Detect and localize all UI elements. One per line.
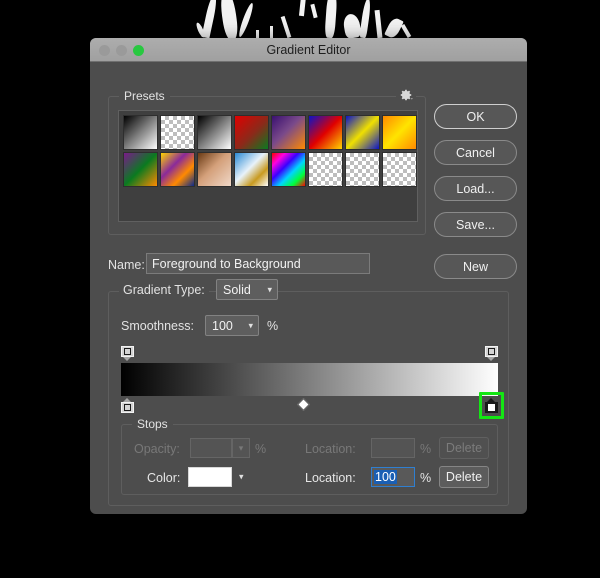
opacity-stop[interactable] (485, 346, 498, 361)
artwork-shape (280, 15, 292, 39)
artwork-shape (218, 0, 240, 41)
preset-swatch[interactable] (345, 152, 380, 187)
artwork-shape (256, 30, 259, 38)
gradient-type-select[interactable]: Solid ▾ (216, 279, 278, 300)
preset-swatch[interactable] (234, 115, 269, 150)
gradient-type-value: Solid (223, 282, 251, 297)
smoothness-unit: % (267, 319, 279, 333)
ok-button[interactable]: OK (434, 104, 517, 129)
opacity-stop[interactable] (121, 346, 134, 361)
artwork-shape (359, 0, 372, 39)
artwork-shape (400, 23, 412, 39)
chevron-down-icon: ▾ (248, 320, 253, 330)
dialog-body: Presets OK Cancel Load... Save... New Na… (90, 62, 527, 514)
smoothness-value: 100 (212, 318, 233, 333)
opacity-stop-swatch (124, 348, 131, 355)
preset-swatch[interactable] (123, 115, 158, 150)
opacity-location-unit: % (420, 442, 432, 456)
preset-swatch-grid (123, 115, 417, 187)
preset-swatch[interactable] (382, 115, 417, 150)
preset-swatch[interactable] (160, 115, 195, 150)
artwork-shape (237, 2, 255, 38)
midpoint-marker[interactable] (297, 398, 310, 411)
gradient-ramp-area (121, 346, 504, 419)
stops-label: Stops (132, 417, 173, 431)
dialog-title: Gradient Editor (266, 42, 351, 57)
gradient-ramp-preview[interactable] (121, 363, 498, 396)
gradient-name-input[interactable] (146, 253, 370, 274)
minimize-window-icon[interactable] (116, 45, 127, 56)
name-label: Name: (108, 258, 145, 272)
opacity-input[interactable] (190, 438, 232, 458)
preset-swatch[interactable] (197, 115, 232, 150)
preset-swatch[interactable] (382, 152, 417, 187)
color-location-value: 100 (374, 470, 397, 484)
opacity-stepper[interactable]: ▾ (232, 438, 250, 458)
gradient-editor-dialog: Gradient Editor Presets OK Cancel Load..… (90, 38, 527, 514)
preset-swatch[interactable] (197, 152, 232, 187)
color-stop-swatch (124, 404, 131, 411)
artwork-shape (324, 0, 338, 39)
color-delete-button[interactable]: Delete (439, 466, 489, 488)
presets-group: Presets (108, 88, 426, 235)
smoothness-select[interactable]: 100 ▾ (205, 315, 259, 336)
stops-group: Stops Opacity: ▾ % Location: % Delete Co… (121, 417, 498, 495)
preset-swatch[interactable] (160, 152, 195, 187)
preset-swatch[interactable] (308, 115, 343, 150)
color-location-label: Location: (305, 471, 356, 485)
artwork-shape (374, 9, 383, 39)
close-window-icon[interactable] (99, 45, 110, 56)
preset-swatch[interactable] (345, 115, 380, 150)
chevron-down-icon: ▾ (267, 284, 272, 294)
opacity-label: Opacity: (134, 442, 180, 456)
opacity-unit: % (255, 442, 267, 456)
smoothness-label: Smoothness: (121, 319, 194, 333)
color-stop-swatch (488, 404, 495, 411)
color-swatch[interactable] (188, 467, 232, 487)
artwork-shape (270, 26, 273, 38)
artwork-shape (298, 0, 307, 17)
color-location-unit: % (420, 471, 432, 485)
opacity-location-input[interactable] (371, 438, 415, 458)
opacity-stop-swatch (488, 348, 495, 355)
color-label: Color: (147, 471, 181, 485)
gradient-type-label: Gradient Type: (119, 283, 209, 297)
preset-swatch[interactable] (271, 152, 306, 187)
dialog-titlebar[interactable]: Gradient Editor (90, 38, 527, 62)
preset-swatch[interactable] (123, 152, 158, 187)
preset-swatch[interactable] (271, 115, 306, 150)
gear-icon[interactable] (396, 88, 416, 106)
opacity-location-label: Location: (305, 442, 356, 456)
artwork-shape (384, 16, 404, 40)
artwork-shape (310, 3, 318, 19)
load-button[interactable]: Load... (434, 176, 517, 201)
presets-well[interactable] (118, 110, 418, 222)
preset-swatch[interactable] (308, 152, 343, 187)
preset-swatch[interactable] (234, 152, 269, 187)
gradient-type-group: Gradient Type: Solid ▾ Smoothness: 100 ▾… (108, 279, 509, 506)
presets-label: Presets (119, 89, 170, 103)
opacity-delete-button[interactable]: Delete (439, 437, 489, 459)
save-button[interactable]: Save... (434, 212, 517, 237)
maximize-window-icon[interactable] (133, 45, 144, 56)
chevron-down-icon: ▾ (238, 442, 244, 453)
new-button[interactable]: New (434, 254, 517, 279)
color-stop[interactable] (121, 398, 134, 413)
cancel-button[interactable]: Cancel (434, 140, 517, 165)
color-stop-selected[interactable] (485, 398, 498, 413)
color-location-input[interactable]: 100 (371, 467, 415, 487)
